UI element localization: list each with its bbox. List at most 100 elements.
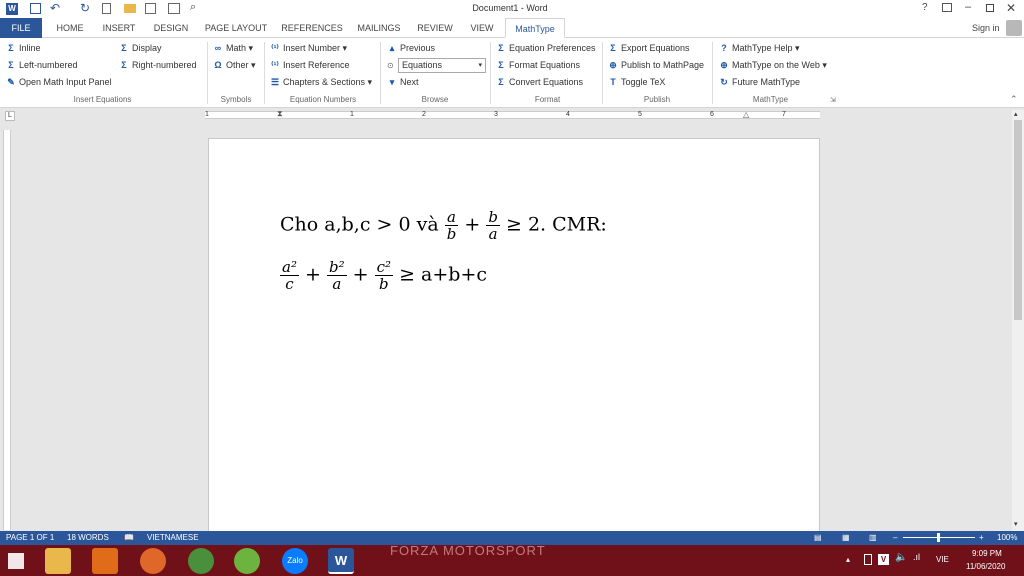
previous-button[interactable]: ▴ Previous [386,40,435,56]
future-mathtype-button[interactable]: ↻ Future MathType [718,74,800,90]
convert-equations-button[interactable]: Σ Convert Equations [495,74,583,90]
zoom-out-icon[interactable]: – [893,531,897,545]
tab-file[interactable]: FILE [0,18,42,38]
right-numbered-button[interactable]: Σ Right-numbered [118,57,196,73]
left-numbered-button[interactable]: Σ Left-numbered [5,57,77,73]
help-circle-icon: ? [721,43,727,53]
indent-marker-icon[interactable]: ⧗ [277,109,283,119]
browse-select[interactable]: Equations ▾ [398,58,486,73]
tab-mailings[interactable]: MAILINGS [353,18,405,38]
document-page[interactable]: Cho a,b,c > 0 và ab + ba ≥ 2. CMR: a² c +… [208,138,820,538]
clock-date[interactable]: 11/06/2020 [966,562,1005,571]
language[interactable]: VIETNAMESE [147,531,199,545]
insert-number-button[interactable]: ⁽¹⁾ Insert Number ▾ [269,40,347,56]
tab-home[interactable]: HOME [50,18,90,38]
print-icon[interactable] [168,3,180,14]
tab-view[interactable]: VIEW [464,18,500,38]
zoom-level[interactable]: 100% [997,531,1017,545]
tray-app-icon[interactable] [864,554,872,565]
close-icon[interactable]: ✕ [1006,1,1016,15]
page-count[interactable]: PAGE 1 OF 1 [6,531,54,545]
tab-design[interactable]: DESIGN [150,18,192,38]
input-language[interactable]: VIE [936,555,949,564]
inline-button[interactable]: Σ Inline [5,40,40,56]
right-indent-marker-icon[interactable]: △ [743,110,749,119]
windows-start-icon[interactable] [8,553,24,569]
tab-page-layout[interactable]: PAGE LAYOUT [203,18,269,38]
sigma-icon: Σ [8,43,14,53]
scroll-down-icon[interactable]: ▾ [1014,520,1018,528]
equation-line-2[interactable]: a² c + b² a + c² b ≥ a+b+c [280,259,487,292]
tray-v-icon[interactable]: V [878,554,889,565]
volume-icon[interactable]: 🔈 [895,552,907,563]
word-app-icon[interactable]: W [6,3,18,15]
save-icon[interactable] [30,3,41,14]
help-icon[interactable]: ? [922,2,928,13]
open-folder-icon[interactable] [124,4,136,13]
equation-preferences-button[interactable]: Σ Equation Preferences [495,40,595,56]
next-button[interactable]: ▾ Next [386,74,419,90]
scroll-up-icon[interactable]: ▴ [1014,110,1018,118]
ribbon-tabs: FILE HOME INSERT DESIGN PAGE LAYOUT REFE… [0,18,1024,38]
open-math-input-panel-button[interactable]: ✎ Open Math Input Panel [5,74,111,90]
web-layout-icon[interactable]: ▥ [869,531,877,545]
toggle-tex-button[interactable]: T Toggle TeX [607,74,665,90]
line1-suffix: ≥ 2. CMR: [505,213,607,236]
zoom-in-icon[interactable]: + [979,531,984,545]
format-equations-button[interactable]: Σ Format Equations [495,57,580,73]
undo-icon[interactable]: ↶ [50,1,60,15]
dialog-launcher-icon[interactable]: ⇲ [830,96,836,104]
other-symbols-dropdown[interactable]: Ω Other ▾ [212,57,255,73]
sign-in-link[interactable]: Sign in [972,23,1000,33]
restore-icon[interactable] [986,4,994,12]
tab-review[interactable]: REVIEW [414,18,456,38]
horizontal-ruler[interactable]: 1 ⧗ 1 2 3 4 5 6 △ 7 [205,109,820,119]
ribbon-display-icon[interactable] [942,3,952,12]
vertical-ruler[interactable] [3,130,11,530]
ribbon: Σ Inline Σ Display Σ Left-numbered Σ Right-n… [0,38,1024,108]
insert-reference-button[interactable]: ⁽¹⁾ Insert Reference [269,57,349,73]
zoom-icon[interactable]: ⌕ [190,1,196,14]
zoom-slider[interactable] [903,533,975,542]
tab-mathtype[interactable]: MathType [505,18,565,38]
read-mode-icon[interactable]: ▤ [814,531,822,545]
zalo-icon[interactable]: Zalo [282,548,308,574]
convert-icon: Σ [498,77,504,87]
ruler-tick: 7 [782,111,786,118]
mathtype-help-button[interactable]: ? MathType Help ▾ [718,40,799,56]
export-equations-button[interactable]: Σ Export Equations [607,40,689,56]
print-layout-icon[interactable]: ▦ [842,531,850,545]
divider [712,42,713,104]
tab-selector-icon[interactable]: L [5,111,15,121]
collapse-ribbon-icon[interactable]: ⌃ [1010,94,1018,105]
chapters-sections-button[interactable]: ☰ Chapters & Sections ▾ [269,74,372,90]
app-icon[interactable] [234,548,260,574]
file-explorer-icon[interactable] [45,548,71,574]
chrome-icon[interactable] [188,548,214,574]
display-button[interactable]: Σ Display [118,40,161,56]
firefox-icon[interactable] [140,548,166,574]
fraction-b2-over-a: b² a [326,258,347,293]
scroll-thumb[interactable] [1014,120,1022,320]
mathtype-web-button[interactable]: ⊕ MathType on the Web ▾ [718,57,827,73]
print-preview-icon[interactable] [145,3,156,14]
math-symbols-dropdown[interactable]: ∞ Math ▾ [212,40,253,56]
group-label: Publish [643,95,671,104]
tab-insert[interactable]: INSERT [98,18,140,38]
proofing-icon[interactable]: 📖 [124,531,134,545]
tray-chevron-icon[interactable]: ▴ [846,555,850,564]
avatar[interactable] [1006,20,1022,36]
equation-line-1[interactable]: Cho a,b,c > 0 và ab + ba ≥ 2. CMR: [280,209,607,242]
word-count[interactable]: 18 WORDS [67,531,109,545]
zoom-slider-thumb[interactable] [937,533,940,542]
new-doc-icon[interactable] [102,3,111,14]
minimize-icon[interactable]: – [965,1,971,13]
redo-icon[interactable]: ↻ [80,1,90,15]
word-taskbar-icon[interactable]: W [328,548,354,574]
network-icon[interactable]: .ıl [913,552,920,562]
media-player-icon[interactable] [92,548,118,574]
vertical-scrollbar[interactable]: ▴ ▾ [1012,110,1024,531]
tab-references[interactable]: REFERENCES [280,18,344,38]
publish-mathpage-button[interactable]: ⊕ Publish to MathPage [607,57,704,73]
clock-time[interactable]: 9:09 PM [972,549,1002,558]
